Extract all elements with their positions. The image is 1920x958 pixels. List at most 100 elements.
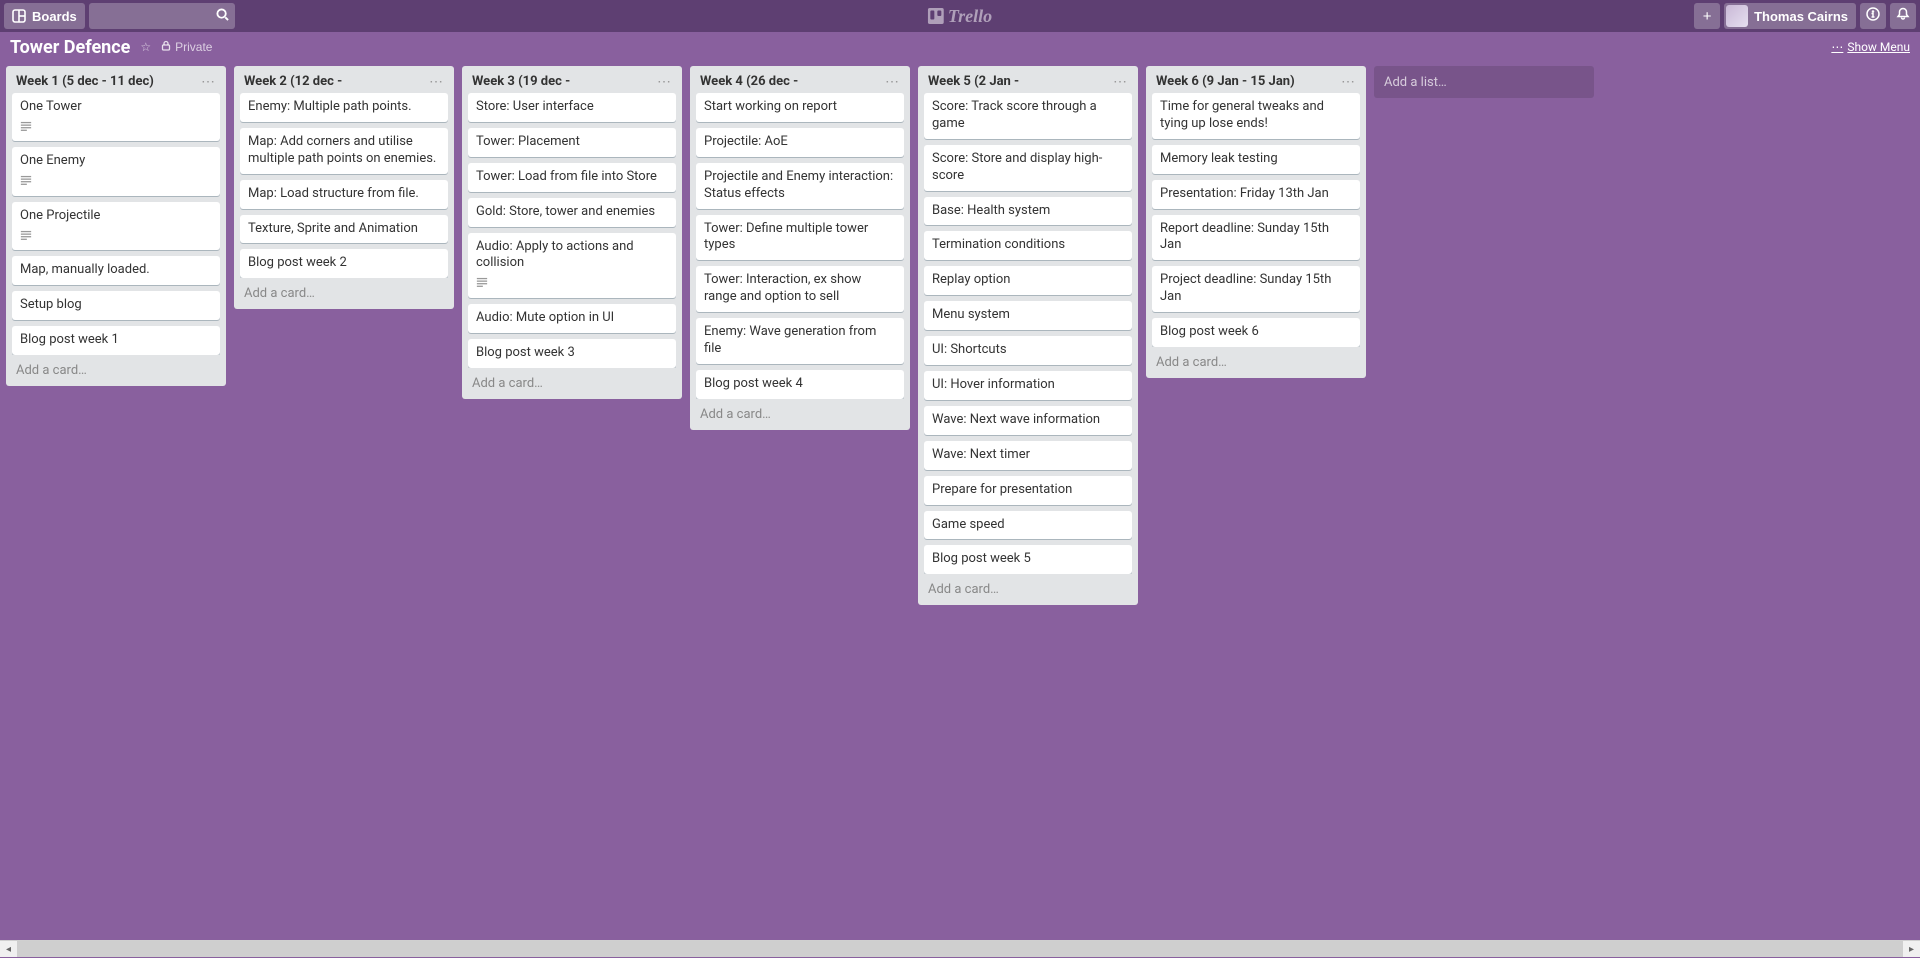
card-text: Map: Load structure from file. — [248, 186, 440, 203]
list-header: Week 5 (2 Jan - ⋯ — [918, 66, 1138, 93]
card[interactable]: Wave: Next timer — [924, 441, 1132, 470]
ellipsis-icon: ⋯ — [429, 74, 444, 90]
card[interactable]: Blog post week 1 — [12, 326, 220, 355]
scroll-left-arrow[interactable]: ◂ — [0, 941, 17, 958]
list-title[interactable]: Week 1 (5 dec - 11 dec) — [16, 74, 154, 89]
list-title[interactable]: Week 2 (12 dec - — [244, 74, 342, 89]
card[interactable]: Tower: Placement — [468, 128, 676, 157]
scroll-track[interactable] — [17, 941, 1903, 957]
card[interactable]: Map: Load structure from file. — [240, 180, 448, 209]
plus-icon: + — [1703, 8, 1712, 25]
user-menu-button[interactable]: Thomas Cairns — [1724, 3, 1856, 29]
card[interactable]: Projectile and Enemy interaction: Status… — [696, 163, 904, 209]
card-text: Enemy: Wave generation from file — [704, 324, 896, 358]
list: Week 3 (19 dec - ⋯ Store: User interface To… — [462, 66, 682, 399]
add-card-button[interactable]: Add a card… — [1146, 347, 1366, 378]
card-text: Project deadline: Sunday 15th Jan — [1160, 272, 1352, 306]
star-button[interactable]: ☆ — [140, 40, 151, 54]
add-list-button[interactable]: Add a list… — [1374, 66, 1594, 98]
card[interactable]: Presentation: Friday 13th Jan — [1152, 180, 1360, 209]
visibility-button[interactable]: Private — [161, 40, 212, 54]
card[interactable]: Prepare for presentation — [924, 476, 1132, 505]
card[interactable]: Project deadline: Sunday 15th Jan — [1152, 266, 1360, 312]
trello-logo[interactable]: Trello — [928, 6, 992, 27]
card[interactable]: Map, manually loaded. — [12, 256, 220, 285]
search-input[interactable] — [89, 3, 235, 29]
card[interactable]: Memory leak testing — [1152, 145, 1360, 174]
card[interactable]: Termination conditions — [924, 231, 1132, 260]
board-canvas[interactable]: Week 1 (5 dec - 11 dec) ⋯ One Tower One Ene… — [0, 62, 1920, 940]
card[interactable]: Projectile: AoE — [696, 128, 904, 157]
card[interactable]: Score: Track score through a game — [924, 93, 1132, 139]
horizontal-scrollbar[interactable]: ◂ ▸ — [0, 940, 1920, 957]
card[interactable]: Texture, Sprite and Animation — [240, 215, 448, 244]
card[interactable]: Blog post week 4 — [696, 370, 904, 399]
card[interactable]: Wave: Next wave information — [924, 406, 1132, 435]
list-menu-button[interactable]: ⋯ — [657, 80, 672, 84]
list-menu-button[interactable]: ⋯ — [201, 80, 216, 84]
list-title[interactable]: Week 4 (26 dec - — [700, 74, 798, 89]
card[interactable]: One Enemy — [12, 147, 220, 195]
create-button[interactable]: + — [1694, 3, 1720, 29]
card[interactable]: Blog post week 2 — [240, 249, 448, 278]
card[interactable]: Tower: Interaction, ex show range and op… — [696, 266, 904, 312]
list-title[interactable]: Week 5 (2 Jan - — [928, 74, 1019, 89]
list-menu-button[interactable]: ⋯ — [885, 80, 900, 84]
card[interactable]: One Projectile — [12, 202, 220, 250]
search-box[interactable] — [89, 3, 235, 29]
list: Week 2 (12 dec - ⋯ Enemy: Multiple path po… — [234, 66, 454, 309]
card[interactable]: Blog post week 6 — [1152, 318, 1360, 347]
card-text: Score: Store and display high-score — [932, 151, 1124, 185]
card-text: UI: Shortcuts — [932, 342, 1124, 359]
card-text: Wave: Next wave information — [932, 412, 1124, 429]
add-card-button[interactable]: Add a card… — [6, 355, 226, 386]
add-card-button[interactable]: Add a card… — [462, 368, 682, 399]
card[interactable]: Enemy: Multiple path points. — [240, 93, 448, 122]
card[interactable]: Store: User interface — [468, 93, 676, 122]
card[interactable]: Game speed — [924, 511, 1132, 540]
card[interactable]: UI: Hover information — [924, 371, 1132, 400]
list-menu-button[interactable]: ⋯ — [429, 80, 444, 84]
card[interactable]: Blog post week 3 — [468, 339, 676, 368]
card[interactable]: Score: Store and display high-score — [924, 145, 1132, 191]
list-header: Week 1 (5 dec - 11 dec) ⋯ — [6, 66, 226, 93]
add-card-button[interactable]: Add a card… — [690, 399, 910, 430]
boards-button[interactable]: Boards — [4, 3, 85, 29]
card[interactable]: One Tower — [12, 93, 220, 141]
card[interactable]: UI: Shortcuts — [924, 336, 1132, 365]
card[interactable]: Start working on report — [696, 93, 904, 122]
show-menu-button[interactable]: ⋯ Show Menu — [1831, 40, 1910, 54]
info-button[interactable] — [1860, 3, 1886, 29]
card[interactable]: Blog post week 5 — [924, 545, 1132, 574]
list-header: Week 2 (12 dec - ⋯ — [234, 66, 454, 93]
scroll-right-arrow[interactable]: ▸ — [1903, 941, 1920, 958]
card[interactable]: Setup blog — [12, 291, 220, 320]
card-text: Audio: Mute option in UI — [476, 310, 668, 327]
card[interactable]: Gold: Store, tower and enemies — [468, 198, 676, 227]
card[interactable]: Audio: Apply to actions and collision — [468, 233, 676, 298]
description-icon — [20, 229, 212, 245]
trello-logo-text: Trello — [948, 6, 992, 27]
card[interactable]: Report deadline: Sunday 15th Jan — [1152, 215, 1360, 261]
notifications-button[interactable] — [1890, 3, 1916, 29]
add-card-button[interactable]: Add a card… — [918, 574, 1138, 605]
card[interactable]: Base: Health system — [924, 197, 1132, 226]
list-title[interactable]: Week 3 (19 dec - — [472, 74, 570, 89]
card-text: Map, manually loaded. — [20, 262, 212, 279]
list-menu-button[interactable]: ⋯ — [1341, 80, 1356, 84]
card[interactable]: Menu system — [924, 301, 1132, 330]
list-header: Week 6 (9 Jan - 15 Jan) ⋯ — [1146, 66, 1366, 93]
list-menu-button[interactable]: ⋯ — [1113, 80, 1128, 84]
card[interactable]: Audio: Mute option in UI — [468, 304, 676, 333]
list-title[interactable]: Week 6 (9 Jan - 15 Jan) — [1156, 74, 1295, 89]
add-card-button[interactable]: Add a card… — [234, 278, 454, 309]
card[interactable]: Enemy: Wave generation from file — [696, 318, 904, 364]
list-cards: Start working on report Projectile: AoE Pr… — [690, 93, 910, 399]
card[interactable]: Replay option — [924, 266, 1132, 295]
card[interactable]: Time for general tweaks and tying up los… — [1152, 93, 1360, 139]
board-title[interactable]: Tower Defence — [10, 37, 130, 58]
card[interactable]: Tower: Define multiple tower types — [696, 215, 904, 261]
card[interactable]: Tower: Load from file into Store — [468, 163, 676, 192]
card[interactable]: Map: Add corners and utilise multiple pa… — [240, 128, 448, 174]
ellipsis-icon: ⋯ — [885, 74, 900, 90]
